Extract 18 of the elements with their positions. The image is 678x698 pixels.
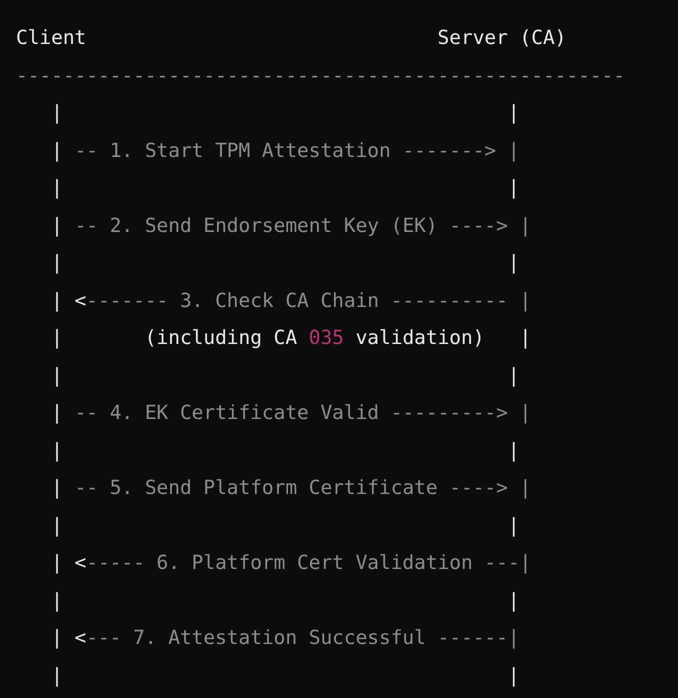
code-line: | -- 2. Send Endorsement Key (EK) ----> | xyxy=(50,212,532,239)
code-line: | | xyxy=(50,175,520,201)
code-line: | | xyxy=(50,662,520,689)
code-line: | -- 1. Start TPM Attestation -------> | xyxy=(50,138,520,164)
code-line: | -- 5. Send Platform Certificate ----> | xyxy=(50,475,532,501)
code-line: ---------------------------------------------------- xyxy=(16,62,625,88)
code-line: | | xyxy=(50,588,520,614)
code-line: | | xyxy=(50,250,520,276)
code-line: | <----- 6. Platform Cert Validation ---| xyxy=(50,550,532,576)
code-line: Client Server (CA) xyxy=(16,25,566,51)
code-line: | | xyxy=(50,438,520,464)
code-line: | <------- 3. Check CA Chain ---------- | xyxy=(50,288,532,314)
code-line: | <--- 7. Attestation Successful ------| xyxy=(50,625,520,651)
code-line: | | xyxy=(50,512,520,539)
code-line: | (including CA 035 validation) | xyxy=(50,325,532,351)
code-line: | -- 4. EK Certificate Valid ---------> | xyxy=(50,400,532,426)
code-line: | | xyxy=(50,100,520,126)
code-line: | | xyxy=(50,362,520,389)
